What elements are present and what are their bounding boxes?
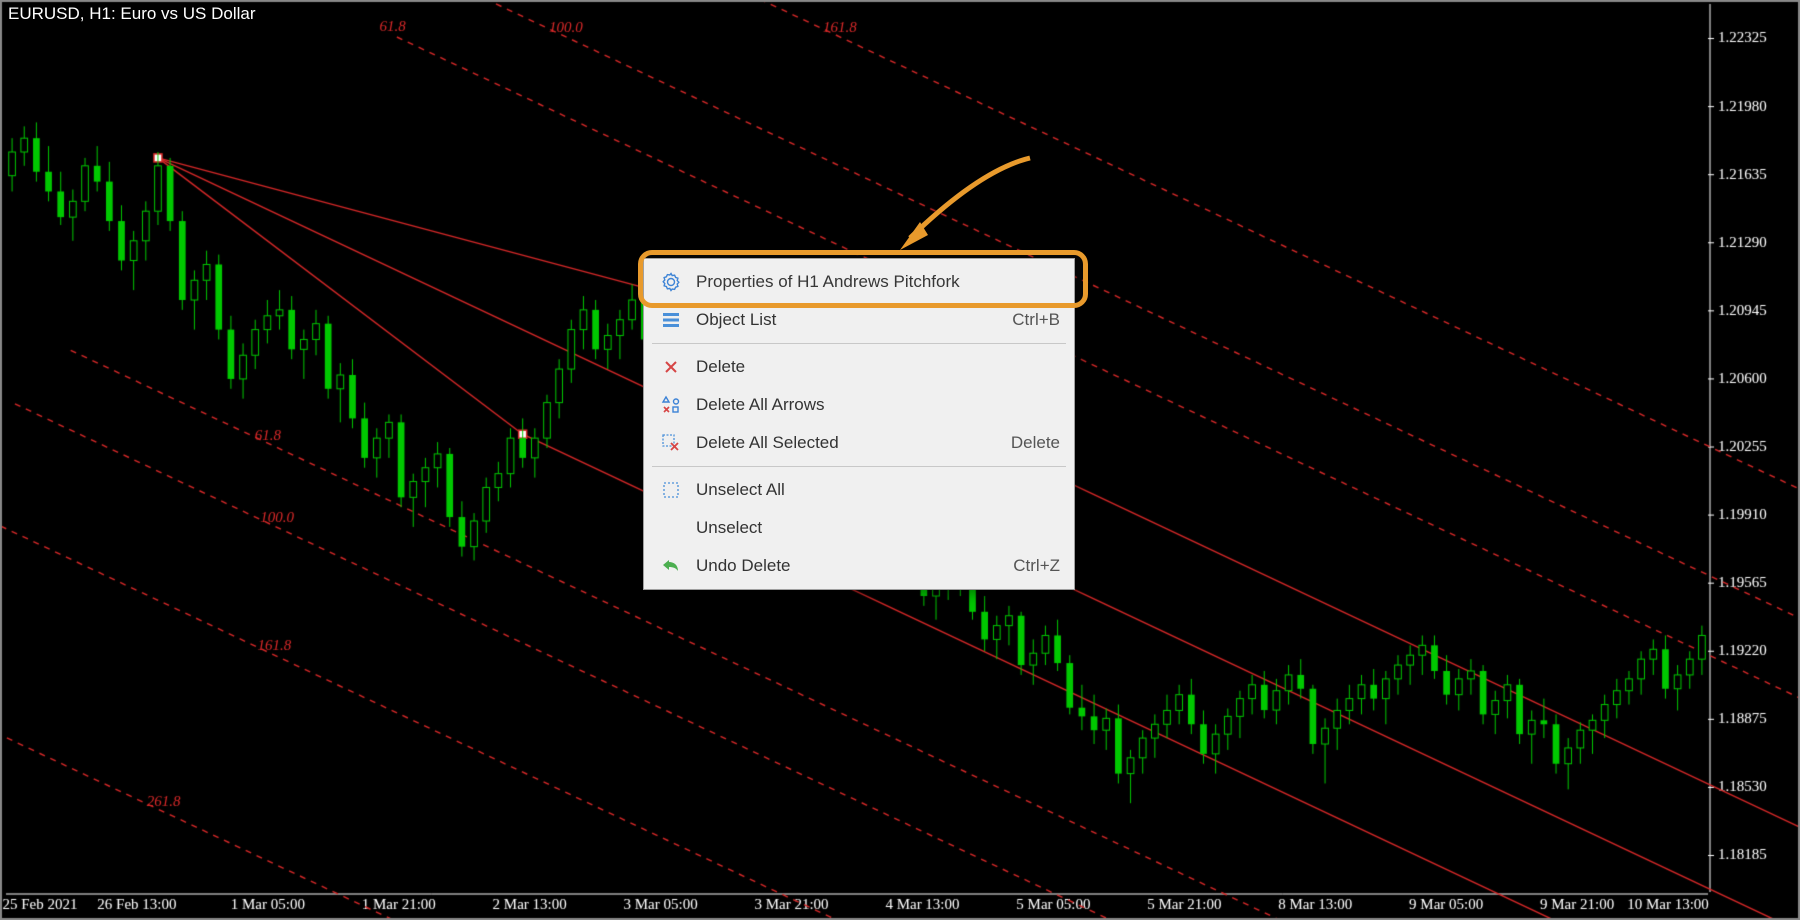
menu-delete-all-selected[interactable]: Delete All Selected Delete <box>644 424 1074 462</box>
menu-unselect-all[interactable]: Unselect All <box>644 471 1074 509</box>
menu-properties-label: Properties of H1 Andrews Pitchfork <box>696 272 1060 292</box>
menu-unselect-all-label: Unselect All <box>696 480 1060 500</box>
blank-icon <box>658 517 684 539</box>
menu-undo-delete[interactable]: Undo Delete Ctrl+Z <box>644 547 1074 585</box>
menu-delete-label: Delete <box>696 357 1060 377</box>
menu-delete[interactable]: Delete <box>644 348 1074 386</box>
undo-icon <box>658 555 684 577</box>
menu-delete-all-arrows-label: Delete All Arrows <box>696 395 1060 415</box>
chart-title: EURUSD, H1: Euro vs US Dollar <box>8 4 256 24</box>
menu-separator <box>652 343 1066 344</box>
menu-object-list-label: Object List <box>696 310 992 330</box>
menu-delete-all-arrows[interactable]: Delete All Arrows <box>644 386 1074 424</box>
menu-unselect[interactable]: Unselect <box>644 509 1074 547</box>
menu-object-list[interactable]: Object List Ctrl+B <box>644 301 1074 339</box>
menu-unselect-label: Unselect <box>696 518 1060 538</box>
menu-delete-all-selected-label: Delete All Selected <box>696 433 991 453</box>
menu-separator <box>652 466 1066 467</box>
shapes-icon <box>658 394 684 416</box>
menu-undo-delete-shortcut: Ctrl+Z <box>1013 556 1060 576</box>
gear-icon <box>658 271 684 293</box>
x-icon <box>658 356 684 378</box>
menu-properties[interactable]: Properties of H1 Andrews Pitchfork <box>644 263 1074 301</box>
menu-object-list-shortcut: Ctrl+B <box>1012 310 1060 330</box>
menu-delete-all-selected-shortcut: Delete <box>1011 433 1060 453</box>
select-delete-icon <box>658 432 684 454</box>
unselect-all-icon <box>658 479 684 501</box>
menu-undo-delete-label: Undo Delete <box>696 556 993 576</box>
context-menu: Properties of H1 Andrews Pitchfork Objec… <box>643 258 1075 590</box>
list-icon <box>658 309 684 331</box>
